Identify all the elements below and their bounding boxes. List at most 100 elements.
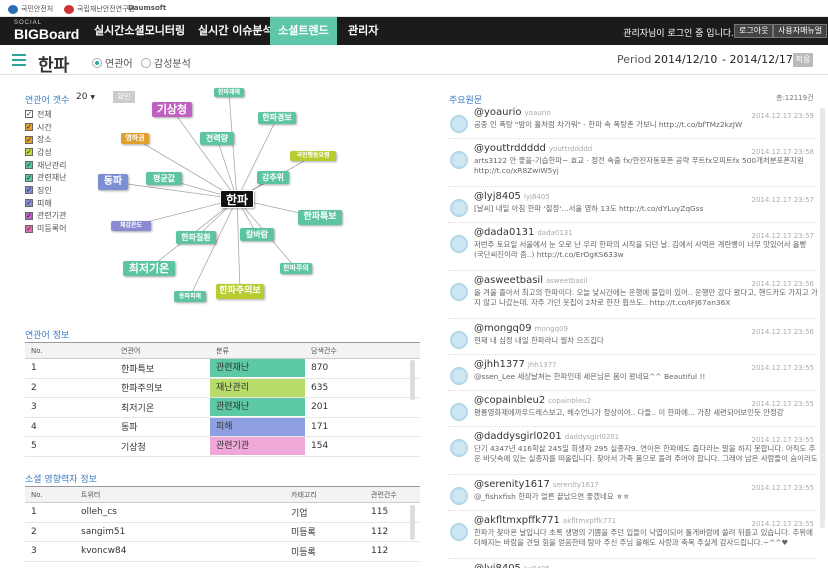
- nav-social-trend[interactable]: 소셜트렌드: [270, 17, 337, 45]
- period-end[interactable]: - 2014/12/17: [722, 53, 793, 66]
- graph-node[interactable]: 한파재해: [214, 88, 244, 97]
- checkbox-icon[interactable]: ✓: [25, 123, 33, 132]
- graph-node[interactable]: 칼바람: [240, 228, 274, 241]
- period-start[interactable]: 2014/12/10: [654, 53, 717, 66]
- tweet-item[interactable]: @daddysgirl0201 daddysgirl0201 2014.12.17 …: [448, 430, 818, 475]
- table-row[interactable]: 5 기상청 관련기관 154: [25, 436, 420, 457]
- tweet-author[interactable]: @copainbleu2: [474, 395, 545, 406]
- graph-node[interactable]: 영하권: [121, 133, 149, 144]
- legend-item[interactable]: ✓ 관련기관: [25, 210, 66, 223]
- table-row[interactable]: 1 한파특보 관련재난 870: [25, 358, 420, 379]
- tweet-item[interactable]: @serenity1617 serenity1617 2014.12.17 23:5…: [448, 478, 818, 511]
- graph-node[interactable]: 최저기온: [123, 261, 175, 276]
- tweet-author[interactable]: @lyj8405: [474, 191, 521, 202]
- graph-node[interactable]: 국민행동요령: [290, 151, 336, 161]
- graph-center-node[interactable]: 한파: [220, 190, 254, 208]
- tweet-author[interactable]: @mongq09: [474, 323, 532, 334]
- tweet-item[interactable]: @copainbleu2 copainbleu2 2014.12.17 23:55 평…: [448, 394, 818, 427]
- graph-node[interactable]: 한파질환: [176, 231, 216, 244]
- graph-node[interactable]: 한파특보: [298, 210, 342, 225]
- col-no: No.: [25, 486, 75, 503]
- row-twitter-id[interactable]: kvoncw84: [75, 541, 285, 562]
- graph-node[interactable]: 강추위: [257, 171, 289, 184]
- checkbox-icon[interactable]: ✓: [25, 186, 33, 195]
- checkbox-icon[interactable]: ✓: [25, 161, 33, 170]
- checkbox-icon[interactable]: ✓: [25, 173, 33, 182]
- checkbox-icon[interactable]: ✓: [25, 110, 33, 119]
- checkbox-icon[interactable]: ✓: [25, 148, 33, 157]
- table-row[interactable]: 3 kvoncw84 미등록 112: [25, 541, 420, 562]
- row-twitter-id[interactable]: sangim51: [75, 522, 285, 542]
- brand-logo[interactable]: SOCIAL BIGBoard: [14, 19, 79, 41]
- legend-item[interactable]: ✓ 시간: [25, 121, 66, 134]
- tweet-item[interactable]: @asweetbasil asweetbasil 2014.12.17 23:56 올…: [448, 274, 818, 319]
- checkbox-icon[interactable]: ✓: [25, 224, 33, 233]
- row-twitter-id[interactable]: olleh_cs: [75, 502, 285, 523]
- row-word: 기상청: [115, 436, 210, 457]
- tweet-author[interactable]: @asweetbasil: [474, 275, 543, 286]
- graph-node[interactable]: 한파주의: [280, 263, 312, 274]
- legend-item[interactable]: ✓ 징인: [25, 184, 66, 197]
- influencer-table-scrollbar[interactable]: [410, 505, 415, 540]
- tweet-item[interactable]: @lyj8405 lyj8405 2014.12.17 23:57 [날씨] 내일 아…: [448, 190, 818, 223]
- partner-logo-3: Daumsoft: [128, 4, 166, 12]
- graph-node[interactable]: 동파: [98, 174, 128, 190]
- tweet-author[interactable]: @dada0131: [474, 227, 534, 238]
- graph-node[interactable]: 한파경보: [258, 112, 296, 124]
- nav-admin[interactable]: 관리자: [336, 17, 390, 45]
- period-apply-button[interactable]: 적용: [793, 53, 813, 67]
- checkbox-icon[interactable]: ✓: [25, 135, 33, 144]
- table-row[interactable]: 3 최저기온 관련재난 201: [25, 397, 420, 418]
- tweet-item[interactable]: @youttrddddd youttrddddd 2014.12.17 23:58 a…: [448, 142, 818, 187]
- tweet-author[interactable]: @jhh1377: [474, 359, 525, 370]
- tweet-author[interactable]: @youttrddddd: [474, 143, 546, 154]
- graph-node[interactable]: 한파주의보: [216, 284, 264, 299]
- col-category: 분류: [210, 342, 305, 359]
- legend-item[interactable]: ✓ 피해: [25, 197, 66, 210]
- tweet-author[interactable]: @lyj8405: [474, 563, 521, 568]
- graph-node[interactable]: 전력량: [200, 132, 234, 145]
- tweet-author[interactable]: @yoaurio: [474, 107, 522, 118]
- menu-icon[interactable]: [12, 54, 26, 66]
- checkbox-icon[interactable]: ✓: [25, 211, 33, 220]
- logout-button[interactable]: 로그아웃: [734, 24, 774, 38]
- tweet-author[interactable]: @akfltmxpffk771: [474, 515, 560, 526]
- graph-edge: [189, 198, 238, 297]
- related-table-scrollbar[interactable]: [410, 360, 415, 400]
- manual-button[interactable]: 사용자매뉴얼: [773, 24, 828, 38]
- tweet-list-scrollbar[interactable]: [820, 108, 825, 528]
- graph-node[interactable]: 평균값: [146, 172, 182, 185]
- radio-sentiment[interactable]: 감성분석: [141, 55, 191, 70]
- checkbox-icon[interactable]: ✓: [25, 199, 33, 208]
- tweet-item[interactable]: @mongq09 mongq09 2014.12.17 23:56 현재 내 심정 내…: [448, 322, 818, 355]
- tweet-text: 공중 인 폭탕 "밤이 휼처럼 차가워" - 한파 속 폭탕촌 가보니 http…: [474, 120, 743, 129]
- tweet-item[interactable]: @dada0131 dada0131 2014.12.17 23:57 저번주 토요일…: [448, 226, 818, 271]
- radio-unchecked-icon: [141, 57, 151, 68]
- table-row[interactable]: 2 한파주의보 재난관리 635: [25, 378, 420, 398]
- legend-item[interactable]: ✓ 장소: [25, 133, 66, 146]
- avatar: [450, 235, 468, 253]
- legend-item[interactable]: ✓ 전체: [25, 108, 66, 121]
- legend-item[interactable]: ✓ 감성: [25, 146, 66, 159]
- graph-node[interactable]: 동파피해: [174, 291, 206, 302]
- legend-item[interactable]: ✓ 관련재난: [25, 171, 66, 184]
- tweet-item[interactable]: @lyj8405lyj84052014.12.17 23:55[날씨] 내일 아…: [448, 562, 818, 568]
- table-row[interactable]: 2 sangim51 미등록 112: [25, 522, 420, 542]
- graph-node[interactable]: 체감온도: [111, 221, 151, 231]
- graph-node[interactable]: 기상청: [152, 102, 192, 117]
- radio-related[interactable]: 연관어: [92, 55, 133, 70]
- legend-label: 장소: [37, 135, 52, 145]
- nav-realtime-monitoring[interactable]: 실시간소셜모니터링: [82, 17, 197, 45]
- tweet-item[interactable]: @jhh1377 jhh1377 2014.12.17 23:55 @ssen_Lee…: [448, 358, 818, 391]
- row-category: 재난관리: [210, 378, 305, 398]
- legend-item[interactable]: ✓ 재난관리: [25, 159, 66, 172]
- table-row[interactable]: 1 olleh_cs 기업 115: [25, 502, 420, 523]
- tweet-time: 2014.12.17 23:55: [751, 400, 814, 408]
- tweet-author[interactable]: @daddysgirl0201: [474, 431, 562, 442]
- tweet-id: dada0131: [537, 229, 573, 237]
- tweet-item[interactable]: @akfltmxpffk771 akfltmxpffk771 2014.12.17 …: [448, 514, 818, 559]
- table-row[interactable]: 4 동파 피해 171: [25, 417, 420, 437]
- legend-item[interactable]: ✓ 미등록어: [25, 222, 66, 235]
- tweet-author[interactable]: @serenity1617: [474, 479, 550, 490]
- tweet-item[interactable]: @yoaurio yoaurio 2014.12.17 23:59 공중 인 폭탕 "…: [448, 106, 818, 139]
